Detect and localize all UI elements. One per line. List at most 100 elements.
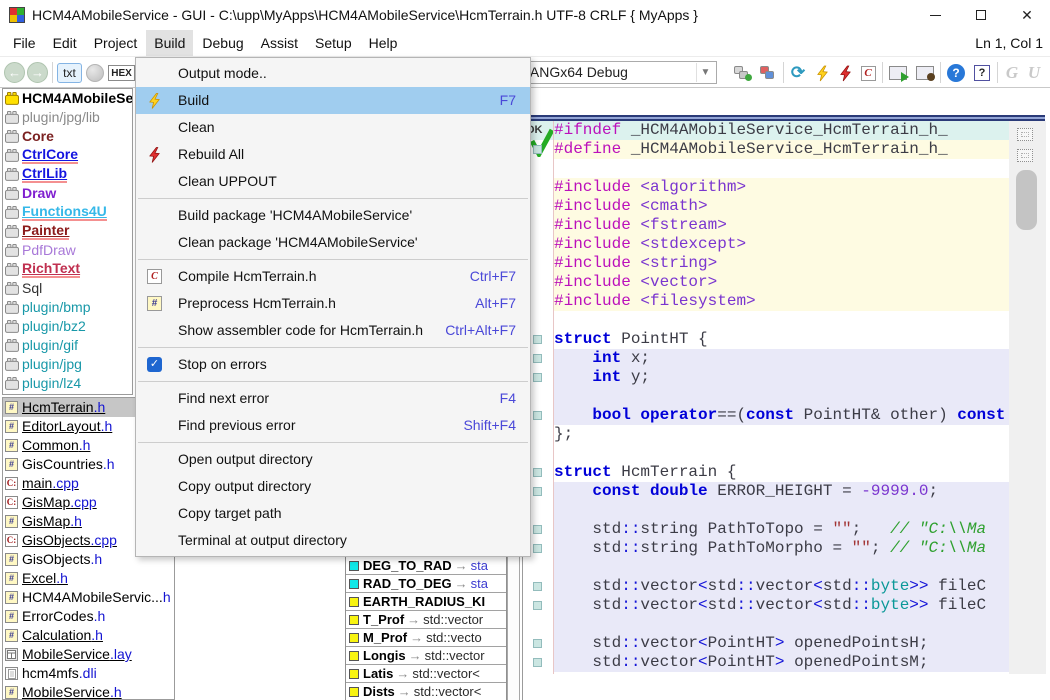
ide-window: HCM4AMobileService - GUI - C:\upp\MyApps… [0, 0, 1050, 700]
vertical-scrollbar-thumb[interactable] [1016, 170, 1037, 230]
package-item-plugin-jpg[interactable]: plugin/jpg [3, 355, 132, 374]
menubar-item-help[interactable]: Help [361, 30, 406, 56]
menubar-item-edit[interactable]: Edit [45, 30, 85, 56]
hex-mode-button[interactable]: HEX [108, 65, 135, 81]
menu-item-terminal-at-output-directory[interactable]: Terminal at output directory [136, 527, 530, 554]
package-item-plugin-gif[interactable]: plugin/gif [3, 336, 132, 355]
file-item-errorcodes-h[interactable]: #ErrorCodes.h [3, 607, 174, 626]
header-file-icon: # [5, 629, 18, 642]
file-item-excel-h[interactable]: #Excel.h [3, 569, 174, 588]
checkbox-checked-icon: ✓ [147, 351, 162, 378]
compile-c-icon[interactable]: C [858, 63, 878, 83]
text-mode-button[interactable]: txt [57, 63, 82, 83]
editor-body[interactable]: OK #ifndef _HCM4AMobileService_HcmTerrai… [523, 121, 1046, 674]
menu-item-find-next-error[interactable]: F4Find next error [136, 385, 530, 412]
close-button[interactable]: ✕ [1004, 0, 1050, 30]
package-item-plugin-lz4[interactable]: plugin/lz4 [3, 374, 132, 393]
line-marker [533, 658, 542, 667]
menu-item-clean-uppout[interactable]: Clean UPPOUT [136, 168, 530, 195]
file-item-mobileservice-h[interactable]: #MobileService.h [3, 683, 174, 700]
menu-item-rebuild-all[interactable]: Rebuild All [136, 141, 530, 168]
menubar-item-setup[interactable]: Setup [307, 30, 360, 56]
outline-bar-icon[interactable] [1017, 149, 1033, 162]
context-help-icon[interactable]: ? [972, 63, 992, 83]
packages-icon[interactable] [758, 63, 778, 83]
menu-item-build[interactable]: F7Build [136, 87, 530, 114]
code-line: struct PointHT { [554, 330, 1009, 349]
assist-item-rad-to-deg[interactable]: RAD_TO_DEG→sta [346, 575, 506, 593]
menubar-item-assist[interactable]: Assist [253, 30, 306, 56]
package-item-ctrllib[interactable]: CtrlLib [3, 165, 132, 184]
package-item-draw[interactable]: Draw [3, 184, 132, 203]
cursor-position-status: Ln 1, Col 1 [975, 30, 1043, 56]
file-item-hcm4amobileservic-h[interactable]: #HCM4AMobileServic...h [3, 588, 174, 607]
assist-item-longis[interactable]: Longis→std::vector [346, 647, 506, 665]
package-label: PdfDraw [22, 243, 76, 258]
debug-run-icon[interactable] [915, 63, 935, 83]
file-label: main.cpp [22, 474, 79, 493]
menubar-item-debug[interactable]: Debug [194, 30, 251, 56]
run-icon[interactable] [888, 63, 908, 83]
record-macro-icon[interactable] [86, 64, 104, 82]
file-item-calculation-h[interactable]: #Calculation.h [3, 626, 174, 645]
sync-refresh-icon[interactable]: ⟳ [788, 63, 808, 83]
assist-item-dists[interactable]: Dists→std::vector< [346, 683, 506, 700]
annotation-bar-icon[interactable] [1017, 128, 1033, 141]
package-item-core[interactable]: Core [3, 127, 132, 146]
code-line [554, 159, 1009, 178]
menu-item-show-assembler-code-for-hcmterrain-h[interactable]: Ctrl+Alt+F7Show assembler code for HcmTe… [136, 317, 530, 344]
assist-item-latis[interactable]: Latis→std::vector< [346, 665, 506, 683]
menu-item-output-mode[interactable]: Output mode.. [136, 60, 530, 87]
minimize-button[interactable] [912, 0, 958, 30]
file-label: GisObjects.cpp [22, 531, 117, 550]
menu-item-clean-package-hcm4amobileservice[interactable]: Clean package 'HCM4AMobileService' [136, 229, 530, 256]
menubar-item-project[interactable]: Project [86, 30, 146, 56]
package-item-plugin-jpg-lib[interactable]: plugin/jpg/lib [3, 108, 132, 127]
maximize-button[interactable] [958, 0, 1004, 30]
package-item-hcm4amobileservice[interactable]: HCM4AMobileService [3, 89, 132, 108]
menu-item-open-output-directory[interactable]: Open output directory [136, 446, 530, 473]
assist-item-deg-to-rad[interactable]: DEG_TO_RAD→sta [346, 557, 506, 575]
menu-item-compile-hcmterrain-h[interactable]: CCtrl+F7Compile HcmTerrain.h [136, 263, 530, 290]
code-area[interactable]: #ifndef _HCM4AMobileService_HcmTerrain_h… [554, 121, 1009, 674]
code-line: #include <filesystem> [554, 292, 1009, 311]
menu-item-stop-on-errors[interactable]: ✓Stop on errors [136, 351, 530, 378]
package-item-pdfdraw[interactable]: PdfDraw [3, 241, 132, 260]
help-icon[interactable]: ? [946, 63, 966, 83]
menu-item-preprocess-hcmterrain-h[interactable]: #Alt+F7Preprocess HcmTerrain.h [136, 290, 530, 317]
assist-item-earth-radius-ki[interactable]: EARTH_RADIUS_KI [346, 593, 506, 611]
package-item-sql[interactable]: Sql [3, 279, 132, 298]
assist-item-type: std::vector [423, 611, 483, 628]
header-file-icon: # [5, 591, 18, 604]
menubar-item-build[interactable]: Build [146, 30, 193, 56]
package-item-functions4u[interactable]: Functions4U [3, 203, 132, 222]
package-item-ctrlcore[interactable]: CtrlCore [3, 146, 132, 165]
assist-item-m-prof[interactable]: M_Prof→std::vecto [346, 629, 506, 647]
code-line: std::vector<PointHT> openedPointsM; [554, 653, 1009, 672]
back-button[interactable]: ← [4, 62, 25, 83]
forward-button[interactable]: → [27, 62, 48, 83]
assist-scrollbar[interactable] [507, 556, 520, 700]
file-item-hcm4mfs-dli[interactable]: hcm4mfs.dli [3, 664, 174, 683]
package-item-plugin-bz2[interactable]: plugin/bz2 [3, 317, 132, 336]
package-organizer-icon[interactable] [733, 63, 753, 83]
package-item-richtext[interactable]: RichText [3, 260, 132, 279]
menu-item-copy-output-directory[interactable]: Copy output directory [136, 473, 530, 500]
menu-item-shortcut: Alt+F7 [475, 290, 516, 317]
menu-item-find-previous-error[interactable]: Shift+F4Find previous error [136, 412, 530, 439]
menu-separator [138, 198, 528, 199]
menu-item-clean[interactable]: Clean [136, 114, 530, 141]
menu-item-copy-target-path[interactable]: Copy target path [136, 500, 530, 527]
package-item-plugin-bmp[interactable]: plugin/bmp [3, 298, 132, 317]
package-label: Sql [22, 281, 42, 296]
package-item-painter[interactable]: Painter [3, 222, 132, 241]
rebuild-lightning-icon[interactable] [835, 63, 855, 83]
package-brick-icon [5, 206, 19, 219]
build-lightning-icon[interactable] [812, 63, 832, 83]
menubar-item-file[interactable]: File [5, 30, 44, 56]
file-item-mobileservice-lay[interactable]: MobileService.lay [3, 645, 174, 664]
build-mode-select[interactable]: CLANGx64 Debug ▼ [505, 61, 717, 84]
arrow-right-icon: → [396, 665, 409, 682]
assist-item-t-prof[interactable]: T_Prof→std::vector [346, 611, 506, 629]
menu-item-build-package-hcm4amobileservice[interactable]: Build package 'HCM4AMobileService' [136, 202, 530, 229]
